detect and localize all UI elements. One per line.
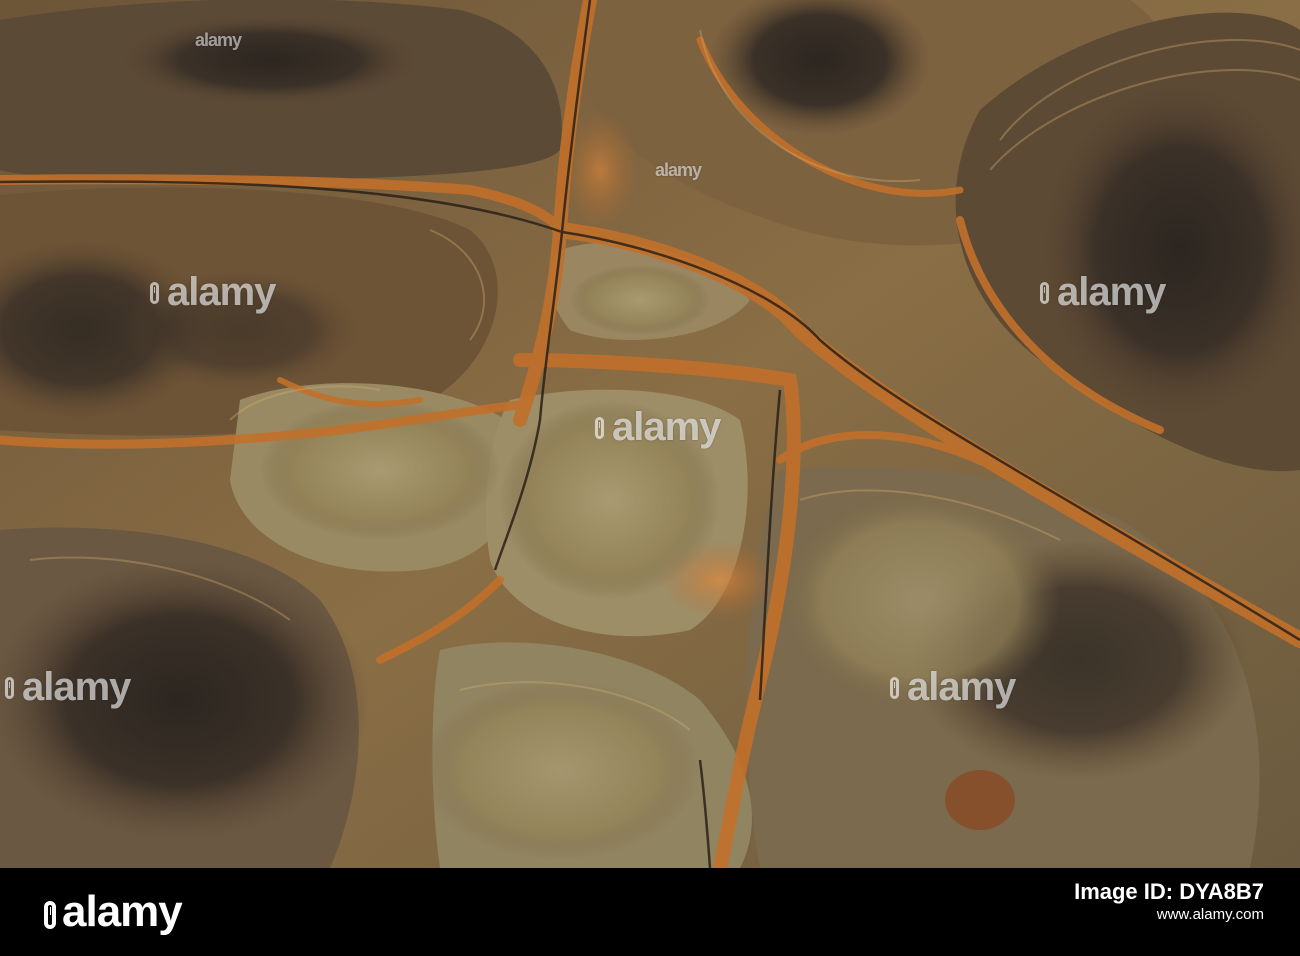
site-url: www.alamy.com: [1156, 905, 1264, 923]
watermark-logo-icon: [5, 676, 14, 699]
image-id: Image ID: DYA8B7: [1074, 879, 1264, 904]
watermark-small-top: alamy: [195, 30, 242, 51]
watermark-small-top-right: alamy: [655, 160, 702, 181]
watermark-text: alamy: [22, 665, 131, 709]
watermark-text: alamy: [655, 160, 702, 180]
footer-logo: alamy: [44, 886, 183, 938]
watermark-text: alamy: [612, 405, 721, 449]
watermark-logo-icon: [595, 416, 604, 439]
watermark-logo-icon: [150, 281, 159, 304]
watermark-text: alamy: [195, 30, 242, 50]
alamy-logo-icon: [44, 901, 56, 929]
watermark-center: alamy: [595, 405, 721, 450]
watermark-text: alamy: [167, 270, 276, 314]
image-id-block: Image ID: DYA8B7 www.alamy.com: [1074, 878, 1264, 924]
watermark-logo-icon: [1040, 281, 1049, 304]
watermark-logo-icon: [890, 676, 899, 699]
watermark-bottom-left: alamy: [5, 665, 131, 710]
watermark-text: alamy: [907, 665, 1016, 709]
watermark-text: alamy: [1057, 270, 1166, 314]
watermark-top-left: alamy: [150, 270, 276, 315]
footer-logo-text: alamy: [62, 887, 183, 936]
watermark-bottom-right: alamy: [890, 665, 1016, 710]
watermark-top-right: alamy: [1040, 270, 1166, 315]
footer-bar: alamy Image ID: DYA8B7 www.alamy.com: [0, 868, 1300, 956]
rock-texture-photo: alamy alamy alamy alamy alamy alamy alam…: [0, 0, 1300, 868]
